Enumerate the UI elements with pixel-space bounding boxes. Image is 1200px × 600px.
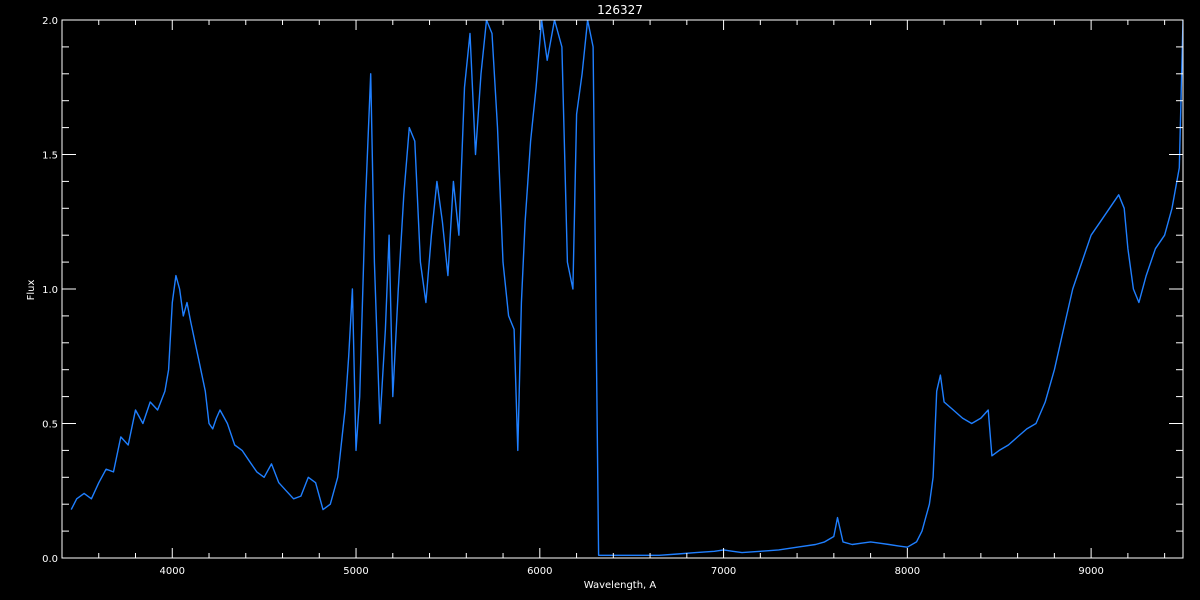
chart-title: 126327 — [597, 3, 643, 17]
y-tick-label: 1.0 — [42, 285, 58, 296]
chart-background — [0, 0, 1200, 600]
x-tick-label: 8000 — [895, 566, 920, 577]
x-axis-label: Wavelength, A — [584, 580, 657, 591]
x-tick-label: 5000 — [343, 566, 368, 577]
x-tick-label: 7000 — [711, 566, 736, 577]
y-tick-label: 0.5 — [42, 420, 58, 431]
spectrum-chart: 4000 5000 6000 7000 8000 90000.00.51.01.52.0 … — [0, 0, 1200, 600]
x-tick-label: 6000 — [527, 566, 552, 577]
y-tick-label: 0.0 — [42, 554, 58, 565]
y-axis-label: Flux — [26, 280, 37, 301]
y-tick-label: 2.0 — [42, 16, 58, 27]
x-tick-label: 9000 — [1078, 566, 1103, 577]
x-tick-label: 4000 — [160, 566, 185, 577]
y-tick-label: 1.5 — [42, 151, 58, 162]
